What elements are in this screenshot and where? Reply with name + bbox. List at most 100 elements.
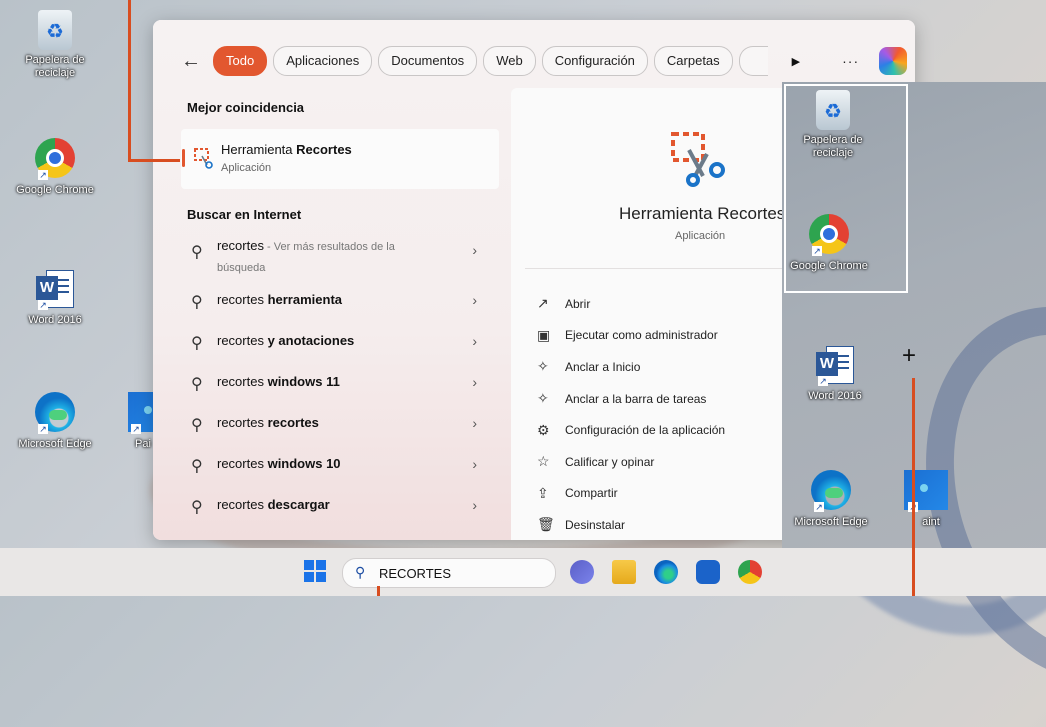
tab-aplicaciones[interactable]: Aplicaciones (273, 46, 373, 76)
tab-overflow[interactable] (738, 46, 768, 76)
web-result-text: recortes - Ver más resultados de la búsq… (217, 238, 395, 274)
desktop-icon-recycle-bin[interactable]: Papelera de reciclaje (10, 10, 100, 80)
detail-app-name: Herramienta Recortes (619, 204, 786, 223)
action-uninstall[interactable]: 🗑 Desinstalar (537, 509, 725, 540)
search-icon: ⚲ (191, 417, 203, 434)
search-icon: ⚲ (191, 458, 203, 475)
annotation-line (128, 0, 131, 162)
shortcut-arrow-icon: ↗ (38, 170, 48, 180)
chevron-right-icon: › (472, 374, 477, 390)
desktop-icon-label: Word 2016 (808, 390, 862, 402)
copilot-icon[interactable] (879, 47, 908, 75)
web-result-text: recortes windows 11 (217, 374, 340, 389)
search-icon: ⚲ (355, 564, 366, 580)
search-value: RECORTES (379, 566, 451, 581)
share-icon: ⇪ (537, 484, 549, 501)
desktop-icon-label: Microsoft Edge (794, 516, 868, 528)
crosshair-cursor-icon: + (902, 342, 917, 369)
best-match-item[interactable]: Herramienta Recortes Aplicación (181, 129, 499, 189)
best-match-type: Aplicación (221, 162, 272, 174)
desktop-icon-label: Pai (135, 438, 151, 450)
taskbar: ⚲ RECORTES (0, 548, 1046, 596)
pin-icon: ✧ (537, 358, 549, 375)
admin-shield-icon: ▣ (537, 326, 551, 343)
search-icon: ⚲ (191, 499, 203, 516)
annotation-line (912, 378, 915, 596)
action-run-as-admin[interactable]: ▣ Ejecutar como administrador (537, 320, 725, 352)
trash-icon: 🗑 (537, 516, 555, 533)
desktop-icon-label: Microsoft Edge (18, 438, 92, 450)
results-list: Mejor coincidencia Herramienta Recortes … (181, 100, 499, 526)
more-options-icon[interactable]: ··· (842, 53, 859, 69)
web-result[interactable]: ⚲ recortes y anotaciones › (181, 321, 499, 362)
web-result[interactable]: ⚲ recortes windows 11 › (181, 362, 499, 403)
edge-icon[interactable] (654, 560, 678, 584)
web-result[interactable]: ⚲ recortes descargar › (181, 485, 499, 526)
desktop-icon-edge[interactable]: ↗ Microsoft Edge (10, 392, 100, 451)
back-arrow-icon[interactable]: ← (181, 50, 207, 73)
snipping-tool-icon (671, 132, 725, 187)
tab-configuracion[interactable]: Configuración (541, 46, 648, 76)
web-result-text: recortes windows 10 (217, 456, 341, 471)
web-result[interactable]: ⚲ recortes herramienta › (181, 280, 499, 321)
search-icon: ⚲ (191, 376, 203, 393)
store-icon[interactable] (696, 560, 720, 584)
rate-icon: ☆ (537, 453, 550, 470)
action-pin-start[interactable]: ✧ Anclar a Inicio (537, 351, 725, 383)
taskbar-search-input[interactable]: ⚲ RECORTES (342, 558, 556, 588)
desktop-icon-paint[interactable]: ↗ Pai (105, 392, 155, 451)
best-match-name: Herramienta Recortes (221, 142, 352, 157)
web-result[interactable]: ⚲ recortes - Ver más resultados de la bú… (181, 230, 499, 280)
desktop-icon-label: Word 2016 (28, 314, 82, 326)
pin-icon: ✧ (537, 390, 549, 407)
web-result[interactable]: ⚲ recortes recortes › (181, 403, 499, 444)
desktop-icon-label: aint (922, 516, 940, 528)
detail-app-type: Aplicación (675, 230, 726, 242)
action-pin-taskbar[interactable]: ✧ Anclar a la barra de tareas (537, 383, 725, 415)
desktop-icon-chrome[interactable]: ↗ Google Chrome (10, 138, 100, 197)
search-icon: ⚲ (191, 244, 203, 261)
overlay-icon-paint: ↗ aint (880, 470, 970, 529)
action-app-settings[interactable]: ⚙ Configuración de la aplicación (537, 414, 725, 446)
best-match-heading: Mejor coincidencia (187, 100, 305, 115)
chevron-right-icon: › (472, 456, 477, 472)
web-result[interactable]: ⚲ recortes windows 10 › (181, 444, 499, 485)
shortcut-arrow-icon: ↗ (818, 376, 828, 386)
annotation-line (128, 159, 180, 162)
web-results: ⚲ recortes - Ver más resultados de la bú… (181, 230, 499, 526)
chrome-icon[interactable] (738, 560, 762, 584)
web-result-text: recortes y anotaciones (217, 333, 355, 348)
teams-icon[interactable] (570, 560, 594, 584)
snip-selection-rectangle[interactable] (784, 84, 908, 293)
shortcut-arrow-icon: ↗ (131, 424, 141, 434)
tab-todo[interactable]: Todo (213, 46, 268, 76)
search-icon: ⚲ (191, 294, 203, 311)
chevron-right-icon: › (472, 292, 477, 308)
web-result-text: recortes recortes (217, 415, 319, 430)
tab-web[interactable]: Web (483, 46, 536, 76)
tab-documentos[interactable]: Documentos (378, 46, 478, 76)
chevron-right-icon: › (472, 415, 477, 431)
file-explorer-icon[interactable] (612, 560, 636, 584)
overlay-icon-word: W ↗ Word 2016 (790, 344, 880, 403)
windows-start-icon[interactable] (304, 560, 326, 582)
chevron-right-icon: › (472, 497, 477, 513)
overlay-icon-edge: ↗ Microsoft Edge (786, 470, 876, 529)
desktop-icon-label: Google Chrome (16, 184, 94, 196)
web-result-text: recortes descargar (217, 497, 330, 512)
search-icon: ⚲ (191, 335, 203, 352)
selection-accent (182, 149, 185, 167)
tab-carpetas[interactable]: Carpetas (653, 46, 733, 76)
desktop-icon-label: Papelera de reciclaje (25, 54, 85, 79)
action-share[interactable]: ⇪ Compartir (537, 478, 725, 510)
shortcut-arrow-icon: ↗ (38, 424, 48, 434)
app-actions: ↗ Abrir ▣ Ejecutar como administrador ✧ Anc… (537, 288, 725, 540)
play-icon[interactable]: ▶ (792, 55, 800, 68)
gear-icon: ⚙ (537, 421, 550, 438)
recycle-bin-icon (38, 10, 72, 50)
action-open[interactable]: ↗ Abrir (537, 288, 725, 320)
snipping-tool-icon (194, 148, 213, 169)
action-rate[interactable]: ☆ Calificar y opinar (537, 446, 725, 478)
desktop-icon-word[interactable]: W ↗ Word 2016 (10, 268, 100, 327)
annotation-line (377, 586, 380, 596)
